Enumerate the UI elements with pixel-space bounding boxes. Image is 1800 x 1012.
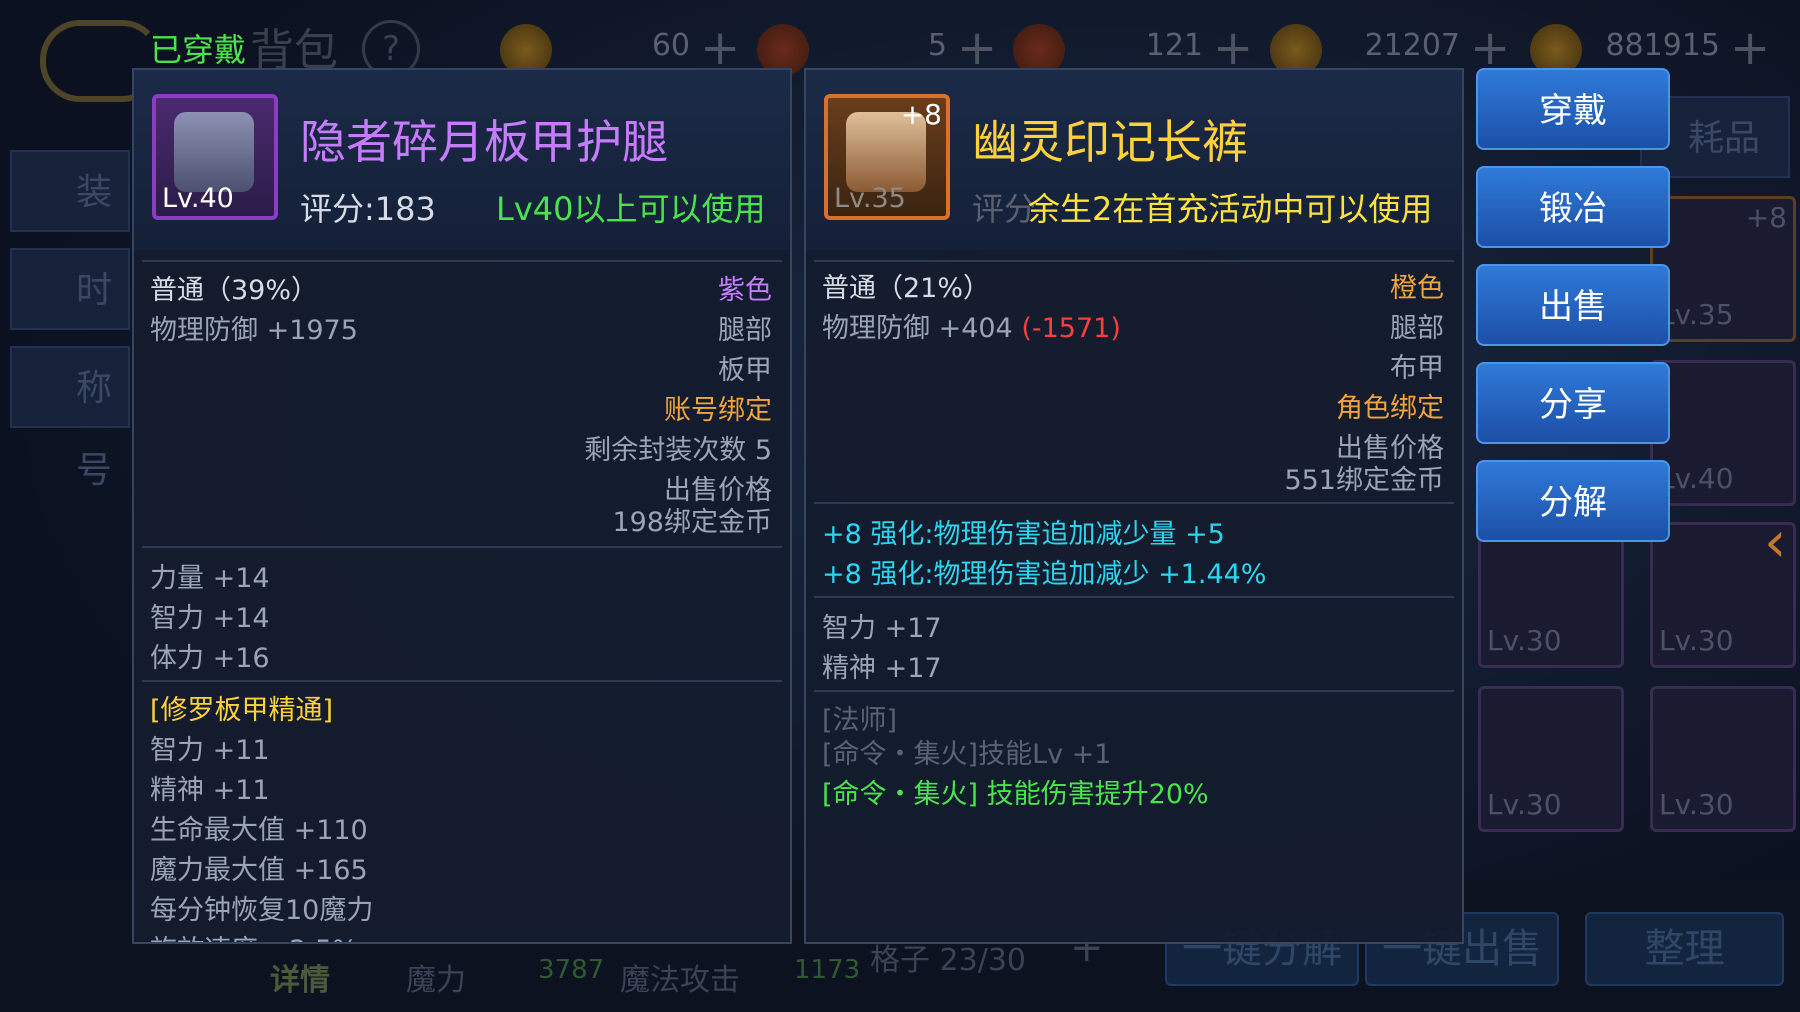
currency-value: 21207 [1364, 28, 1460, 63]
detail-link[interactable]: 详情 [270, 955, 330, 999]
item-level: Lv.40 [162, 183, 234, 214]
divider [142, 546, 782, 548]
currency-value: 121 [1145, 28, 1203, 63]
currency-value: 881915 [1605, 28, 1720, 63]
sell-price-value: 551绑定金币 [1284, 465, 1444, 496]
item-icon: +8 Lv.35 [824, 94, 950, 220]
divider [142, 680, 782, 682]
rarity: 橙色 [1390, 273, 1444, 304]
item-icon: Lv.40 [152, 94, 278, 220]
compare-item-panel: +8 Lv.35 幽灵印记长裤 评分 余生2在首充活动中可以使用 普通（21%）… [804, 68, 1464, 944]
equip-button[interactable]: 穿戴 [1476, 68, 1670, 150]
binding-type: 账号绑定 [664, 395, 772, 426]
magic-attack-value: 1173 [794, 955, 861, 985]
stat-line: 体力 +16 [150, 643, 270, 674]
equip-slot: 腿部 [1390, 313, 1444, 344]
set-name: [修罗板甲精通] [150, 695, 334, 726]
defense-value: 物理防御 +404 [822, 313, 1013, 344]
divider [814, 596, 1454, 598]
set-stat-line: 智力 +11 [150, 735, 270, 766]
sell-price-value: 198绑定金币 [612, 507, 772, 538]
add-currency-button[interactable]: + [1730, 20, 1770, 76]
quality-line: 普通（39%） [150, 275, 319, 306]
divider [814, 690, 1454, 692]
skill-bonus-line: [命令・集火] 技能伤害提升20% [822, 779, 1209, 810]
inventory-slot[interactable]: Lv.30 [1478, 686, 1624, 832]
sort-button[interactable]: 整理 [1585, 912, 1784, 986]
tab-fashion[interactable]: 时装 [10, 248, 130, 393]
slot-level: Lv.30 [1487, 624, 1562, 657]
currency-value: 60 [651, 28, 690, 63]
enhance-level: +8 [900, 98, 942, 131]
skill-level-line: [命令・集火]技能Lv +1 [822, 739, 1112, 770]
magic-attack-label: 魔法攻击 [620, 963, 740, 998]
stat-line: 智力 +14 [150, 603, 270, 634]
magic-label: 魔力 [406, 963, 466, 998]
quality-line: 普通（21%） [822, 273, 991, 304]
divider [814, 502, 1454, 504]
set-stat-line: 精神 +11 [150, 775, 270, 806]
chevron-left-icon[interactable]: ‹ [1764, 510, 1786, 575]
item-requirement: 余生2在首充活动中可以使用 [1028, 190, 1433, 228]
enhance-line: +8 强化:物理伤害追加减少量 +5 [822, 519, 1225, 550]
decompose-button[interactable]: 分解 [1476, 460, 1670, 542]
slot-level: Lv.30 [1487, 788, 1562, 821]
armor-type: 板甲 [718, 355, 772, 386]
stat-line: 精神 +17 [822, 653, 942, 684]
slot-level: Lv.30 [1659, 624, 1734, 657]
slot-level: Lv.30 [1659, 788, 1734, 821]
item-name: 隐者碎月板甲护腿 [300, 115, 668, 169]
magic-value: 3787 [538, 955, 605, 985]
armor-type: 布甲 [1390, 353, 1444, 384]
divider [814, 260, 1454, 262]
inventory-slot[interactable]: Lv.40 [1650, 360, 1796, 506]
currency-value: 5 [927, 28, 947, 63]
forge-button[interactable]: 锻冶 [1476, 166, 1670, 248]
item-level: Lv.35 [834, 183, 906, 214]
item-requirement: Lv40以上可以使用 [496, 190, 766, 228]
defense-diff: (-1571) [1021, 313, 1121, 344]
enhance-line: +8 强化:物理伤害追加减少 +1.44% [822, 559, 1267, 590]
item-score: 评分:183 [300, 190, 436, 228]
equipped-label: 已穿戴 [150, 31, 247, 69]
tab-title[interactable]: 称号 [10, 346, 130, 491]
item-score: 评分 [972, 190, 1037, 228]
stat-line: 智力 +17 [822, 613, 942, 644]
share-button[interactable]: 分享 [1476, 362, 1670, 444]
physical-defense: 物理防御 +1975 [150, 315, 358, 346]
slot-level: Lv.35 [1659, 298, 1734, 331]
rarity: 紫色 [718, 275, 772, 306]
set-stat-line: 每分钟恢复10魔力 [150, 895, 374, 926]
binding-type: 角色绑定 [1336, 393, 1444, 424]
divider [142, 260, 782, 262]
set-stat-line: 生命最大值 +110 [150, 815, 368, 846]
equip-slot: 腿部 [718, 315, 772, 346]
slot-enhance: +8 [1745, 201, 1787, 234]
tab-equipment[interactable]: 装备 [10, 150, 130, 295]
leg-armor-icon [174, 112, 254, 192]
slot-level: Lv.40 [1659, 462, 1734, 495]
sell-button[interactable]: 出售 [1476, 264, 1670, 346]
stat-line: 力量 +14 [150, 563, 270, 594]
equipped-item-panel: Lv.40 隐者碎月板甲护腿 评分:183 Lv40以上可以使用 普通（39%）… [132, 68, 792, 944]
inventory-slot[interactable]: Lv.35 +8 [1650, 196, 1796, 342]
inventory-slot[interactable]: Lv.30 [1650, 686, 1796, 832]
set-stat-line: 施放速度 +2.5% [150, 928, 358, 942]
physical-defense: 物理防御 +404 (-1571) [822, 306, 1121, 345]
item-name: 幽灵印记长裤 [972, 115, 1248, 169]
reseal-count: 剩余封装次数 5 [584, 435, 772, 466]
set-stat-line: 魔力最大值 +165 [150, 855, 368, 886]
